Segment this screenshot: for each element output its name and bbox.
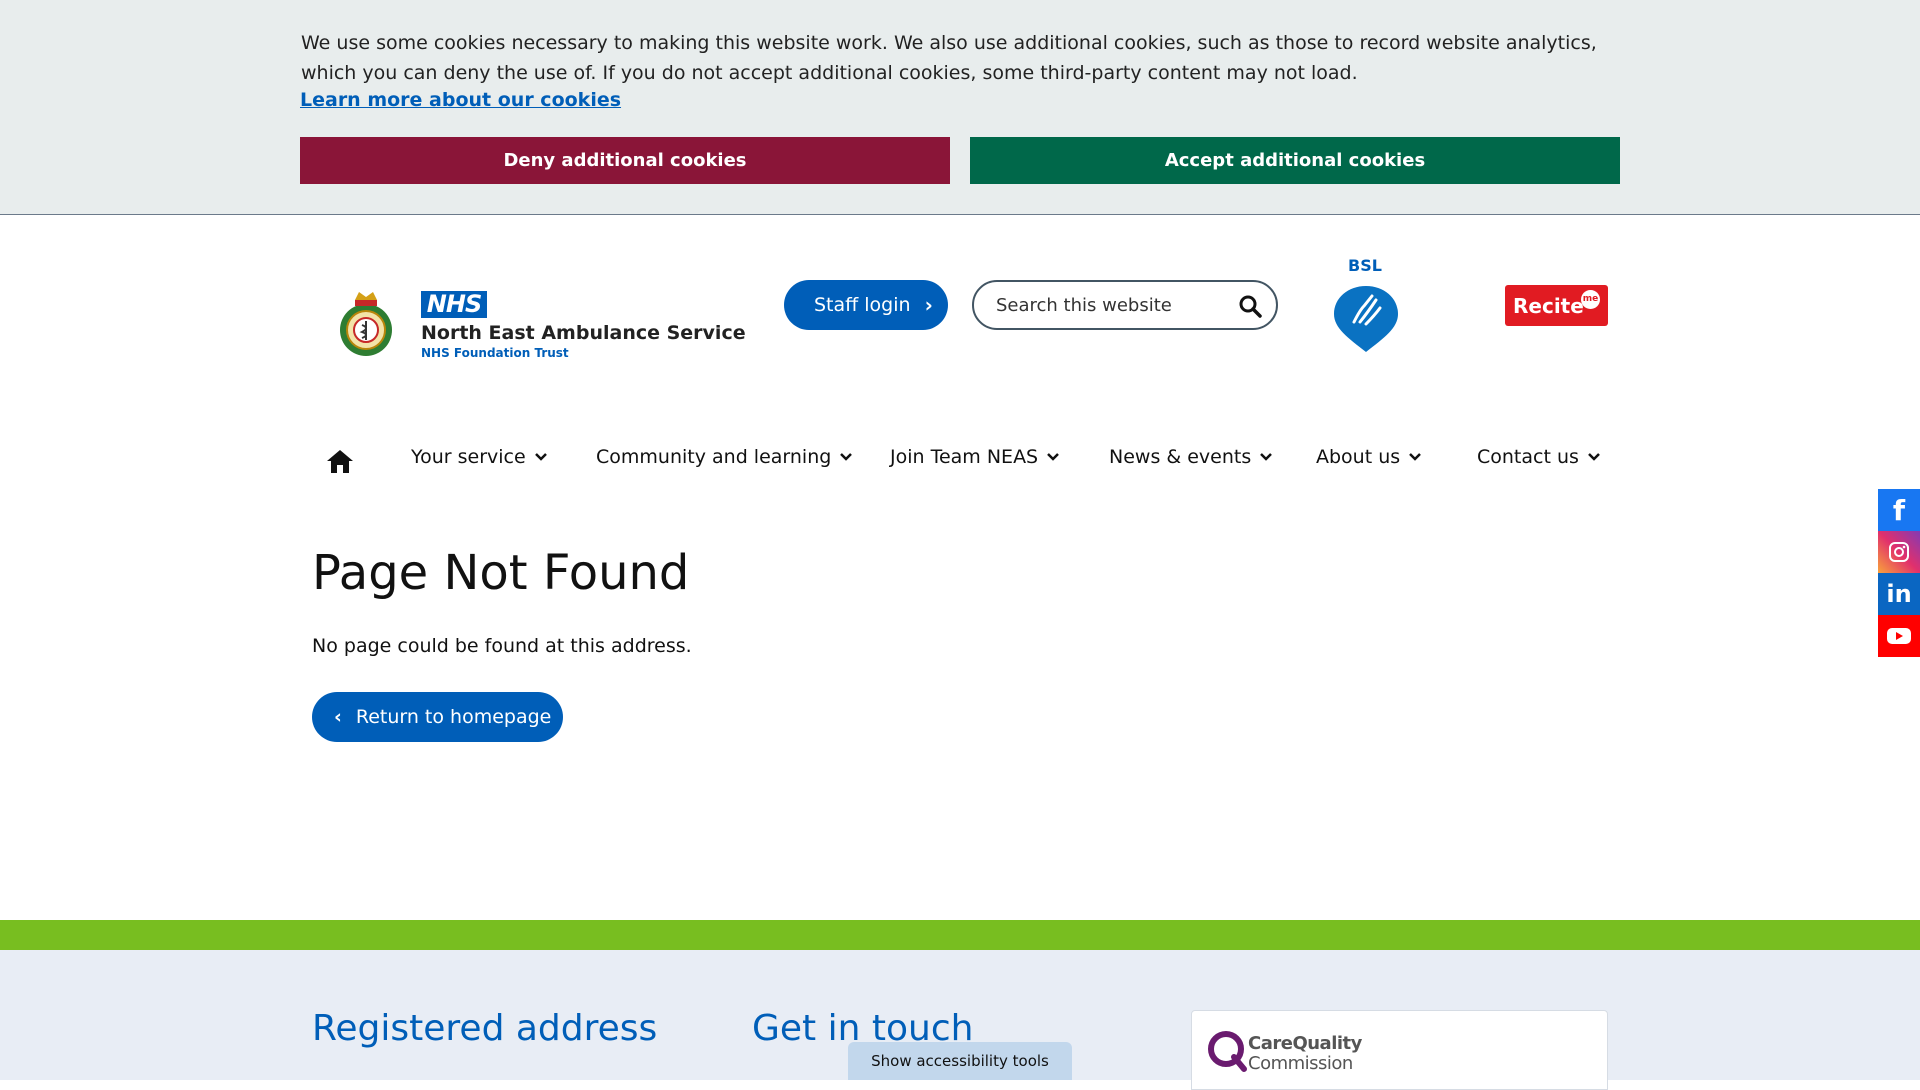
accept-cookies-button[interactable]: Accept additional cookies bbox=[970, 137, 1620, 184]
registered-address-heading: Registered address bbox=[312, 1008, 658, 1049]
chevron-down-icon bbox=[1588, 453, 1600, 461]
nav-item-label: Join Team NEAS bbox=[890, 446, 1039, 468]
instagram-icon[interactable] bbox=[1878, 531, 1920, 573]
nav-item-label: About us bbox=[1316, 446, 1401, 468]
cqc-logo-icon bbox=[1208, 1031, 1247, 1072]
nav-community-and-learning[interactable]: Community and learning bbox=[596, 446, 853, 468]
recite-me-button[interactable]: Recite me bbox=[1505, 285, 1608, 326]
nav-item-label: Community and learning bbox=[596, 446, 832, 468]
main-navigation: Your service Community and learning Join… bbox=[320, 440, 1610, 480]
chevron-down-icon bbox=[1409, 453, 1422, 461]
cqc-line-1: CareQuality bbox=[1248, 1033, 1362, 1054]
youtube-icon[interactable] bbox=[1878, 615, 1920, 657]
search-box[interactable] bbox=[972, 280, 1278, 330]
staff-login-label: Staff login bbox=[814, 294, 911, 316]
chevron-down-icon bbox=[840, 453, 853, 461]
facebook-icon[interactable]: f bbox=[1878, 489, 1920, 531]
nav-join-team-neas[interactable]: Join Team NEAS bbox=[890, 446, 1060, 468]
staff-login-button[interactable]: Staff login › bbox=[784, 280, 948, 330]
nav-item-label: News & events bbox=[1109, 446, 1252, 468]
nav-contact-us[interactable]: Contact us bbox=[1477, 446, 1600, 468]
bsl-icon[interactable] bbox=[1330, 256, 1402, 352]
cqc-line-2: Commission bbox=[1248, 1053, 1353, 1074]
chevron-down-icon bbox=[534, 453, 547, 461]
chevron-left-icon: ‹ bbox=[334, 706, 342, 728]
cookie-banner: We use some cookies necessary to making … bbox=[0, 0, 1920, 215]
search-icon[interactable] bbox=[1238, 294, 1262, 318]
org-subtitle: NHS Foundation Trust bbox=[421, 346, 569, 360]
recite-label: Recite bbox=[1513, 293, 1584, 318]
youtube-glyph-icon bbox=[1887, 628, 1911, 644]
return-label: Return to homepage bbox=[355, 706, 552, 728]
nav-item-label: Your service bbox=[411, 446, 526, 468]
chevron-down-icon bbox=[1047, 453, 1060, 461]
deny-cookies-button[interactable]: Deny additional cookies bbox=[300, 137, 950, 184]
page-title: Page Not Found bbox=[312, 545, 690, 601]
org-name: North East Ambulance Service bbox=[421, 322, 746, 344]
nav-item-label: Contact us bbox=[1477, 446, 1579, 468]
recite-me-badge-icon: me bbox=[1581, 290, 1600, 309]
chevron-right-icon: › bbox=[924, 293, 933, 317]
nav-your-service[interactable]: Your service bbox=[411, 446, 547, 468]
instagram-glyph-icon bbox=[1889, 542, 1909, 562]
ambulance-crest-icon bbox=[340, 292, 392, 356]
nav-news-and-events[interactable]: News & events bbox=[1109, 446, 1273, 468]
cqc-badge[interactable]: CareQuality Commission bbox=[1191, 1010, 1608, 1090]
linkedin-icon[interactable]: in bbox=[1878, 573, 1920, 615]
home-icon[interactable] bbox=[326, 448, 354, 474]
not-found-message: No page could be found at this address. bbox=[312, 635, 692, 657]
chevron-down-icon bbox=[1260, 453, 1273, 461]
nhs-logo: NHS bbox=[421, 291, 487, 318]
return-to-homepage-button[interactable]: ‹ Return to homepage bbox=[312, 692, 563, 742]
accessibility-tools-tab[interactable]: Show accessibility tools bbox=[848, 1042, 1072, 1080]
cookie-message: We use some cookies necessary to making … bbox=[301, 32, 1597, 84]
nav-about-us[interactable]: About us bbox=[1316, 446, 1422, 468]
footer-divider-band bbox=[0, 920, 1920, 950]
learn-more-cookies-link[interactable]: Learn more about our cookies bbox=[300, 89, 621, 111]
search-input[interactable] bbox=[994, 293, 1228, 317]
